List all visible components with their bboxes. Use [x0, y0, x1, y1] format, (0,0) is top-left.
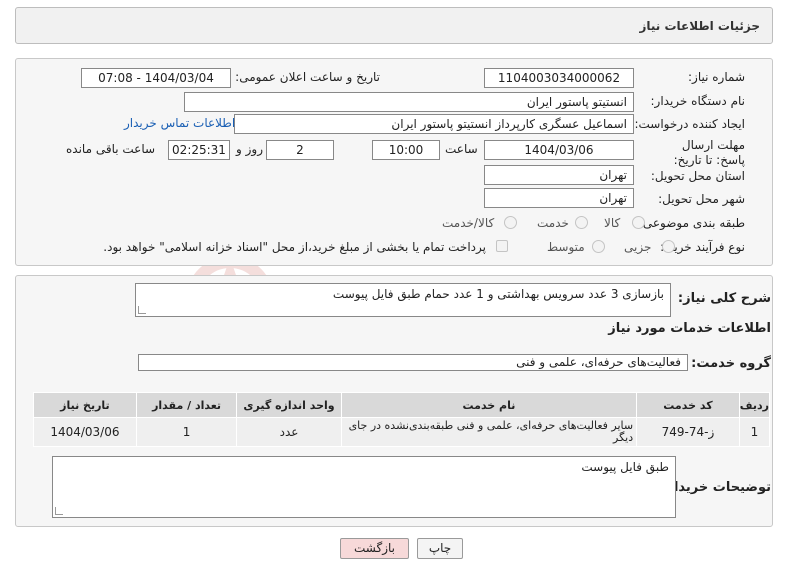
category-radio-both[interactable]: [504, 216, 517, 229]
process-option-medium: متوسط: [547, 240, 585, 254]
cell-service-code: ز-74-749: [636, 417, 740, 447]
category-option-goods: کالا: [604, 216, 621, 230]
payment-note: پرداخت تمام یا بخشی از مبلغ خرید،از محل …: [103, 240, 486, 254]
category-radio-service[interactable]: [575, 216, 588, 229]
city-field: تهران: [484, 188, 634, 208]
creator-field: اسماعیل عسگری کارپرداز انستیتو پاستور ای…: [234, 114, 634, 134]
general-desc-text: بازسازی 3 عدد سرویس بهداشتی و 1 عدد حمام…: [332, 287, 664, 301]
category-label: طبقه بندی موضوعی:: [638, 216, 745, 230]
deadline-date-field: 1404/03/06: [484, 140, 634, 160]
general-desc-field: بازسازی 3 عدد سرویس بهداشتی و 1 عدد حمام…: [135, 283, 671, 317]
category-option-service: خدمت: [537, 216, 569, 230]
province-label: استان محل تحویل:: [650, 169, 745, 183]
days-field: 2: [266, 140, 334, 160]
process-radio-medium[interactable]: [592, 240, 605, 253]
time-label: ساعت: [445, 142, 478, 156]
cell-need-date: 1404/03/06: [33, 417, 137, 447]
days-label: روز و: [236, 142, 263, 156]
col-service-code: کد خدمت: [636, 392, 740, 418]
col-service-name: نام خدمت: [340, 392, 638, 418]
page-title: جزئیات اطلاعات نیاز: [639, 19, 760, 33]
creator-label: ایجاد کننده درخواست:: [634, 117, 745, 131]
category-radio-goods[interactable]: [632, 216, 645, 229]
process-radio-partial[interactable]: [662, 240, 675, 253]
buyer-notes-text: طبق فایل پیوست: [581, 460, 669, 474]
buyer-org-field: انستیتو پاستور ایران: [184, 92, 634, 112]
services-title: اطلاعات خدمات مورد نیاز: [608, 321, 771, 336]
group-field: فعالیت‌های حرفه‌ای، علمی و فنی: [138, 354, 688, 371]
city-label: شهر محل تحویل:: [658, 192, 745, 206]
process-option-partial: جزیی: [624, 240, 652, 254]
cell-service-name: سایر فعالیت‌های حرفه‌ای، علمی و فنی طبقه…: [340, 417, 638, 447]
resize-handle-icon[interactable]: [138, 306, 146, 314]
contact-info-link[interactable]: اطلاعات تماس خریدار: [124, 116, 235, 130]
col-row-number: ردیف: [738, 392, 771, 418]
province-field: تهران: [484, 165, 634, 185]
remaining-time-field: 02:25:31: [168, 140, 230, 160]
need-number-label: شماره نیاز:: [688, 70, 745, 84]
deadline-label: مهلت ارسال پاسخ: تا تاریخ:: [673, 138, 745, 167]
table-row[interactable]: 1 ز-74-749 سایر فعالیت‌های حرفه‌ای، علمی…: [33, 417, 771, 447]
print-button[interactable]: چاپ: [417, 538, 463, 559]
resize-handle-icon[interactable]: [55, 507, 63, 515]
general-desc-label: شرح کلی نیاز:: [677, 291, 771, 306]
category-option-both: کالا/خدمت: [442, 216, 495, 230]
back-button[interactable]: بازگشت: [340, 538, 409, 559]
announce-label: تاریخ و ساعت اعلان عمومی:: [235, 70, 380, 84]
buyer-notes-field: طبق فایل پیوست: [52, 456, 676, 518]
treasury-checkbox[interactable]: [496, 240, 508, 252]
remaining-label: ساعت باقی مانده: [66, 142, 156, 156]
services-table: ردیف کد خدمت نام خدمت واحد اندازه گیری ت…: [33, 392, 771, 447]
cell-quantity: 1: [135, 417, 238, 447]
announce-field: 1404/03/04 - 07:08: [81, 68, 231, 88]
cell-row-number: 1: [738, 417, 771, 447]
table-header-row: ردیف کد خدمت نام خدمت واحد اندازه گیری ت…: [33, 392, 771, 418]
need-number-field: 1104003034000062: [484, 68, 634, 88]
col-unit: واحد اندازه گیری: [236, 392, 342, 418]
col-need-date: تاریخ نیاز: [33, 392, 137, 418]
header-bar: جزئیات اطلاعات نیاز: [15, 7, 773, 44]
buyer-org-label: نام دستگاه خریدار:: [650, 94, 746, 108]
group-label: گروه خدمت:: [691, 356, 771, 371]
cell-unit: عدد: [236, 417, 342, 447]
deadline-time-field: 10:00: [372, 140, 440, 160]
buyer-notes-label: توضیحات خریدار:: [661, 480, 771, 495]
col-quantity: تعداد / مقدار: [135, 392, 238, 418]
